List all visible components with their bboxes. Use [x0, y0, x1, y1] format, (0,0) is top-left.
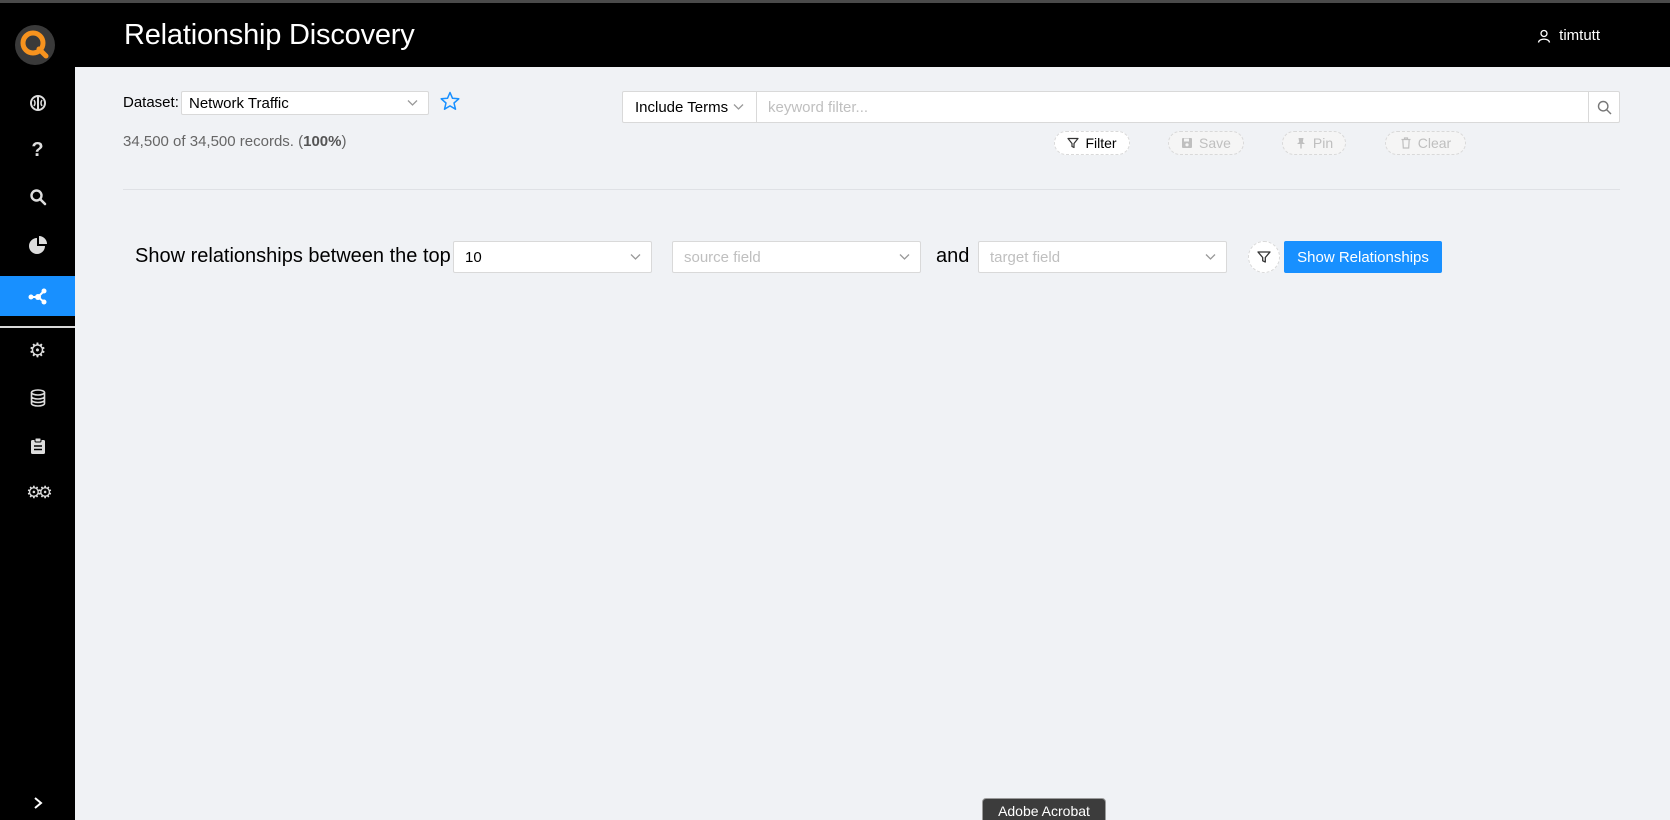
show-relationships-button[interactable]: Show Relationships — [1284, 241, 1442, 273]
pin-button[interactable]: Pin — [1282, 131, 1346, 155]
sidebar-item-reports[interactable] — [0, 426, 75, 466]
filter-icon — [1067, 137, 1080, 149]
chevron-down-icon — [407, 100, 418, 106]
sidebar-item-brain[interactable] — [0, 83, 75, 123]
top-count-value: 10 — [465, 248, 482, 266]
database-icon — [30, 389, 45, 407]
section-divider — [123, 189, 1620, 190]
save-button[interactable]: Save — [1168, 131, 1244, 155]
records-percent: 100% — [303, 133, 342, 150]
pin-icon — [1296, 138, 1305, 149]
star-icon — [440, 91, 460, 110]
gears-icon: ⚙⚙ — [26, 483, 53, 502]
source-field-placeholder: source field — [684, 248, 761, 266]
taskbar-tooltip: Adobe Acrobat — [982, 798, 1106, 820]
search-icon — [29, 189, 46, 206]
source-field-select[interactable]: source field — [672, 241, 921, 273]
main-content: Dataset: Network Traffic 34,500 of 34,50… — [75, 67, 1670, 820]
sidebar-item-charts[interactable] — [0, 225, 75, 265]
chevron-right-icon — [33, 797, 43, 809]
sidebar-item-admin[interactable]: ⚙⚙ — [0, 473, 75, 513]
brain-icon — [29, 95, 46, 111]
sidebar-item-database[interactable] — [0, 378, 75, 418]
sidebar: ? ⚙ ⚙⚙ — [0, 3, 75, 820]
network-icon — [28, 288, 46, 305]
sidebar-item-search[interactable] — [0, 177, 75, 217]
chevron-down-icon — [899, 254, 910, 260]
filter-mode-value: Include Terms — [635, 98, 729, 116]
chevron-down-icon — [733, 104, 744, 110]
sidebar-divider — [0, 326, 75, 328]
favorite-button[interactable] — [440, 91, 460, 116]
logo-icon — [15, 25, 55, 65]
user-menu[interactable]: timtutt — [1537, 27, 1600, 44]
filter-button[interactable]: Filter — [1054, 131, 1130, 155]
clear-button[interactable]: Clear — [1385, 131, 1466, 155]
sidebar-item-settings[interactable]: ⚙ — [0, 330, 75, 370]
and-label: and — [936, 245, 970, 267]
app-logo[interactable] — [13, 23, 57, 67]
filter-mode-select[interactable]: Include Terms — [622, 91, 757, 123]
trash-icon — [1401, 137, 1411, 149]
clipboard-icon — [30, 437, 45, 454]
target-field-select[interactable]: target field — [978, 241, 1227, 273]
save-icon — [1182, 138, 1193, 148]
page-title: Relationship Discovery — [124, 19, 415, 51]
relationships-prefix-label: Show relationships between the top — [135, 245, 451, 267]
records-count: 34,500 of 34,500 records. (100%) — [123, 133, 347, 150]
sidebar-item-relationships[interactable] — [0, 276, 75, 316]
top-count-select[interactable]: 10 — [453, 241, 652, 273]
target-field-placeholder: target field — [990, 248, 1061, 266]
pie-chart-icon — [28, 236, 47, 254]
search-icon — [1597, 100, 1611, 114]
dataset-value: Network Traffic — [189, 94, 289, 112]
sidebar-item-help[interactable]: ? — [0, 130, 75, 170]
dataset-label: Dataset: — [123, 94, 179, 111]
username: timtutt — [1559, 27, 1600, 44]
keyword-filter-input[interactable] — [756, 91, 1589, 123]
header: Relationship Discovery timtutt — [75, 3, 1670, 67]
chevron-down-icon — [630, 254, 641, 260]
filter-icon — [1257, 251, 1271, 263]
sidebar-expand-button[interactable] — [0, 783, 75, 820]
keyword-search-button[interactable] — [1588, 91, 1620, 123]
dataset-select[interactable]: Network Traffic — [181, 91, 429, 115]
question-icon: ? — [31, 138, 44, 161]
gear-icon: ⚙ — [28, 339, 47, 362]
chevron-down-icon — [1205, 254, 1216, 260]
user-icon — [1538, 29, 1551, 43]
relationship-filter-button[interactable] — [1248, 241, 1280, 273]
